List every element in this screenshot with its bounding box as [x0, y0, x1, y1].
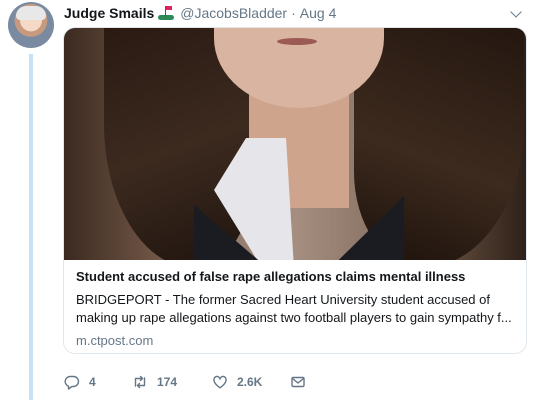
tweet-actions: 4 174 2.6K	[64, 372, 306, 392]
envelope-icon	[291, 376, 305, 388]
heart-icon	[213, 375, 227, 389]
reply-count: 4	[89, 375, 96, 389]
card-title[interactable]: Student accused of false rape allegation…	[76, 269, 516, 285]
retweet-icon	[134, 375, 146, 389]
direct-message-button[interactable]	[290, 374, 306, 390]
author-avatar[interactable]	[8, 2, 54, 48]
separator-dot: ·	[291, 5, 296, 21]
link-card[interactable]: Student accused of false rape allegation…	[63, 27, 527, 354]
card-body: Student accused of false rape allegation…	[76, 269, 516, 348]
reply-button[interactable]: 4	[64, 374, 132, 390]
author-name[interactable]: Judge Smails	[64, 5, 154, 21]
card-image[interactable]	[64, 28, 526, 260]
card-domain: m.ctpost.com	[76, 333, 154, 348]
card-description: BRIDGEPORT - The former Sacred Heart Uni…	[76, 292, 512, 325]
like-button[interactable]: 2.6K	[212, 374, 290, 390]
retweet-button[interactable]: 174	[132, 374, 212, 390]
reply-icon	[64, 375, 80, 390]
author-handle[interactable]: @JacobsBladder	[180, 5, 287, 21]
chevron-down-icon[interactable]	[510, 6, 522, 18]
golf-flag-icon	[158, 6, 175, 20]
retweet-count: 174	[157, 375, 178, 389]
tweet-date[interactable]: Aug 4	[300, 5, 337, 21]
thread-line	[29, 54, 33, 400]
like-count: 2.6K	[237, 375, 263, 389]
tweet-header: Judge Smails @JacobsBladder · Aug 4	[64, 4, 526, 22]
